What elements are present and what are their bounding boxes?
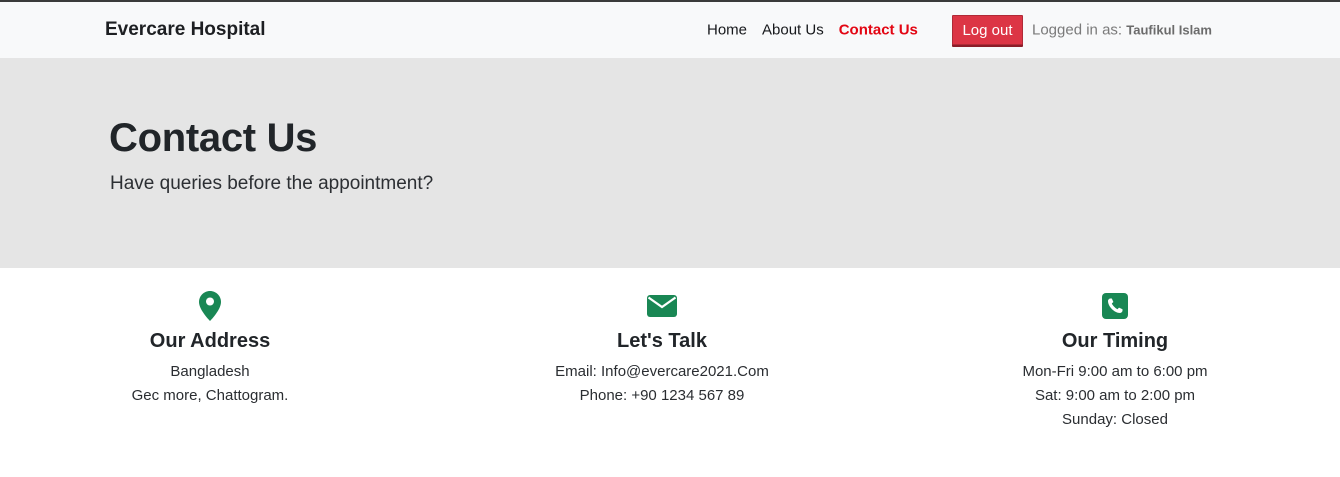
talk-card: Let's Talk Email: Info@evercare2021.Com … xyxy=(502,290,822,408)
email-line: Email: Info@evercare2021.Com xyxy=(555,363,769,380)
nav-links: Home About Us Contact Us xyxy=(707,22,933,39)
logout-button[interactable]: Log out xyxy=(952,15,1023,45)
page-subtitle: Have queries before the appointment? xyxy=(110,173,434,194)
envelope-icon xyxy=(502,290,822,322)
contact-info-section: Our Address Bangladesh Gec more, Chattog… xyxy=(0,268,1340,477)
nav-link-about-us[interactable]: About Us xyxy=(762,22,824,39)
address-line: Bangladesh xyxy=(170,363,250,380)
address-card: Our Address Bangladesh Gec more, Chattog… xyxy=(50,290,370,408)
phone-line: Phone: +90 1234 567 89 xyxy=(579,387,745,404)
username: Taufikul Islam xyxy=(1126,22,1212,38)
map-pin-icon xyxy=(50,290,370,322)
timing-card: Our Timing Mon-Fri 9:00 am to 6:00 pm Sa… xyxy=(955,290,1275,432)
nav-link-home[interactable]: Home xyxy=(707,22,747,39)
brand-logo[interactable]: Evercare Hospital xyxy=(105,19,266,41)
logged-in-label: Logged in as: xyxy=(1032,21,1123,39)
timing-line: Sunday: Closed xyxy=(1062,411,1168,428)
talk-title: Let's Talk xyxy=(617,330,707,352)
address-line: Gec more, Chattogram. xyxy=(131,387,289,404)
logged-in-status: Logged in as: Taufikul Islam xyxy=(1032,22,1212,39)
timing-line: Sat: 9:00 am to 2:00 pm xyxy=(1034,387,1196,404)
page-title: Contact Us xyxy=(109,116,318,160)
timing-title: Our Timing xyxy=(1061,330,1169,352)
address-title: Our Address xyxy=(149,330,271,352)
hero-section: Contact Us Have queries before the appoi… xyxy=(0,58,1340,268)
timing-line: Mon-Fri 9:00 am to 6:00 pm xyxy=(1022,363,1208,380)
phone-square-icon xyxy=(955,290,1275,322)
nav-link-contact-us[interactable]: Contact Us xyxy=(839,22,918,39)
navbar: Evercare Hospital Home About Us Contact … xyxy=(0,2,1340,58)
